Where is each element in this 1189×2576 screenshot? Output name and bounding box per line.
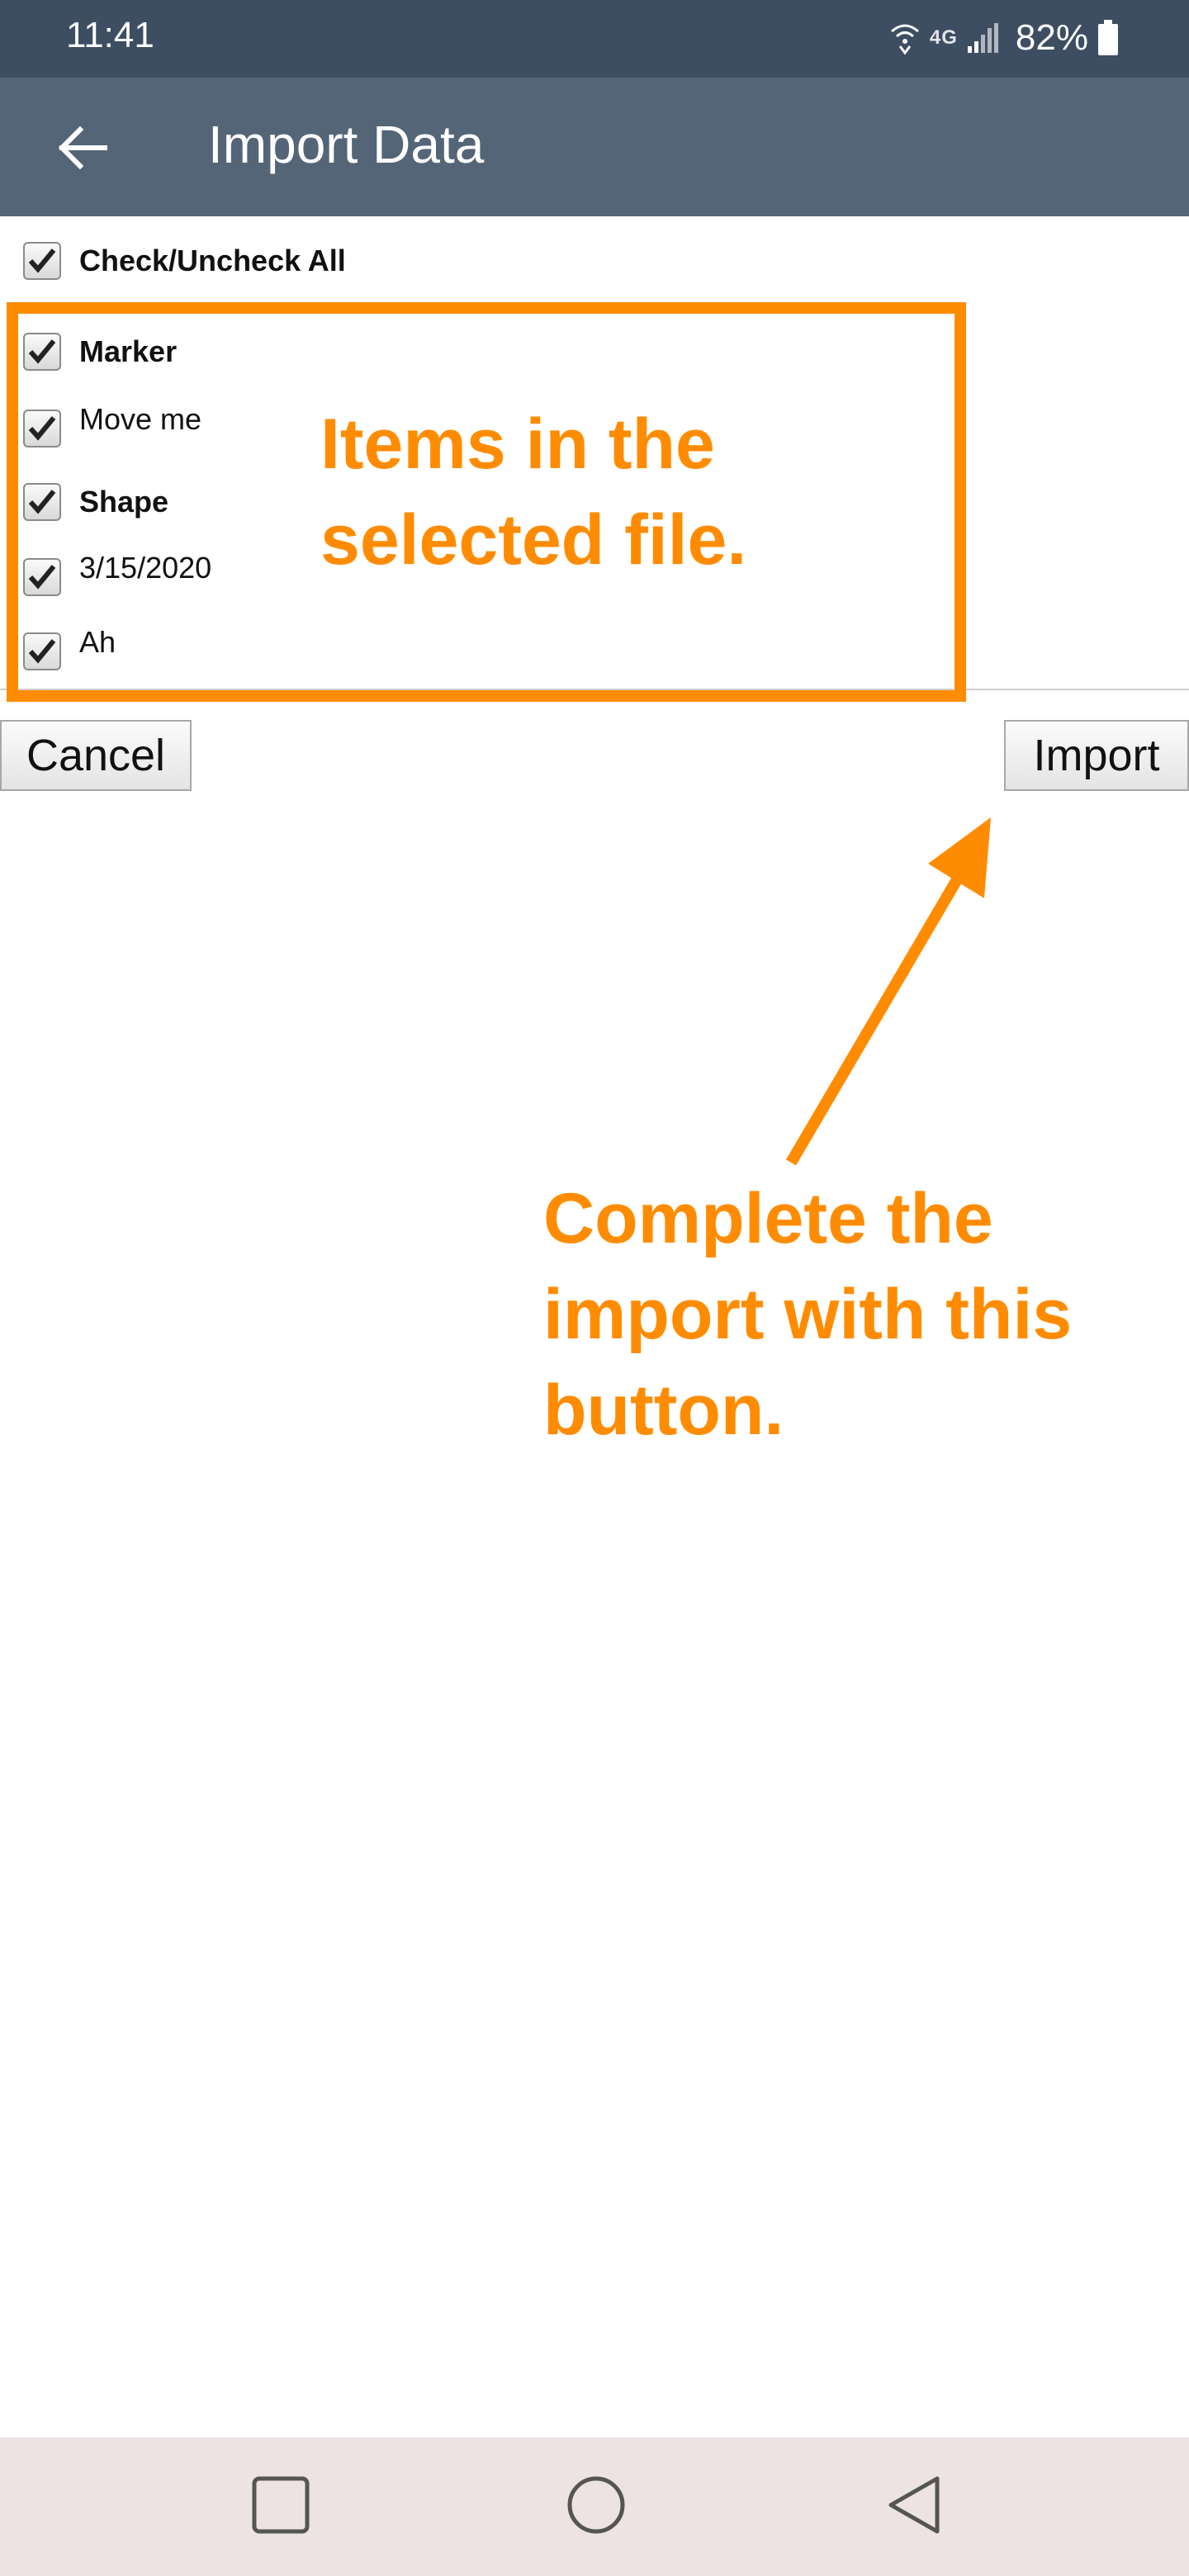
- back-nav-button[interactable]: [874, 2465, 956, 2548]
- import-annotation-line: Complete the: [543, 1179, 993, 1258]
- navigation-bar: [0, 2437, 1189, 2576]
- recent-apps-icon: [251, 2475, 310, 2539]
- home-icon: [566, 2474, 627, 2540]
- import-annotation-line: button.: [543, 1371, 784, 1450]
- import-annotation: Complete the import with this button.: [543, 1171, 1154, 1458]
- back-icon: [886, 2474, 944, 2540]
- home-button[interactable]: [555, 2465, 637, 2548]
- recent-apps-button[interactable]: [239, 2465, 322, 2548]
- import-annotation-line: import with this: [543, 1275, 1073, 1354]
